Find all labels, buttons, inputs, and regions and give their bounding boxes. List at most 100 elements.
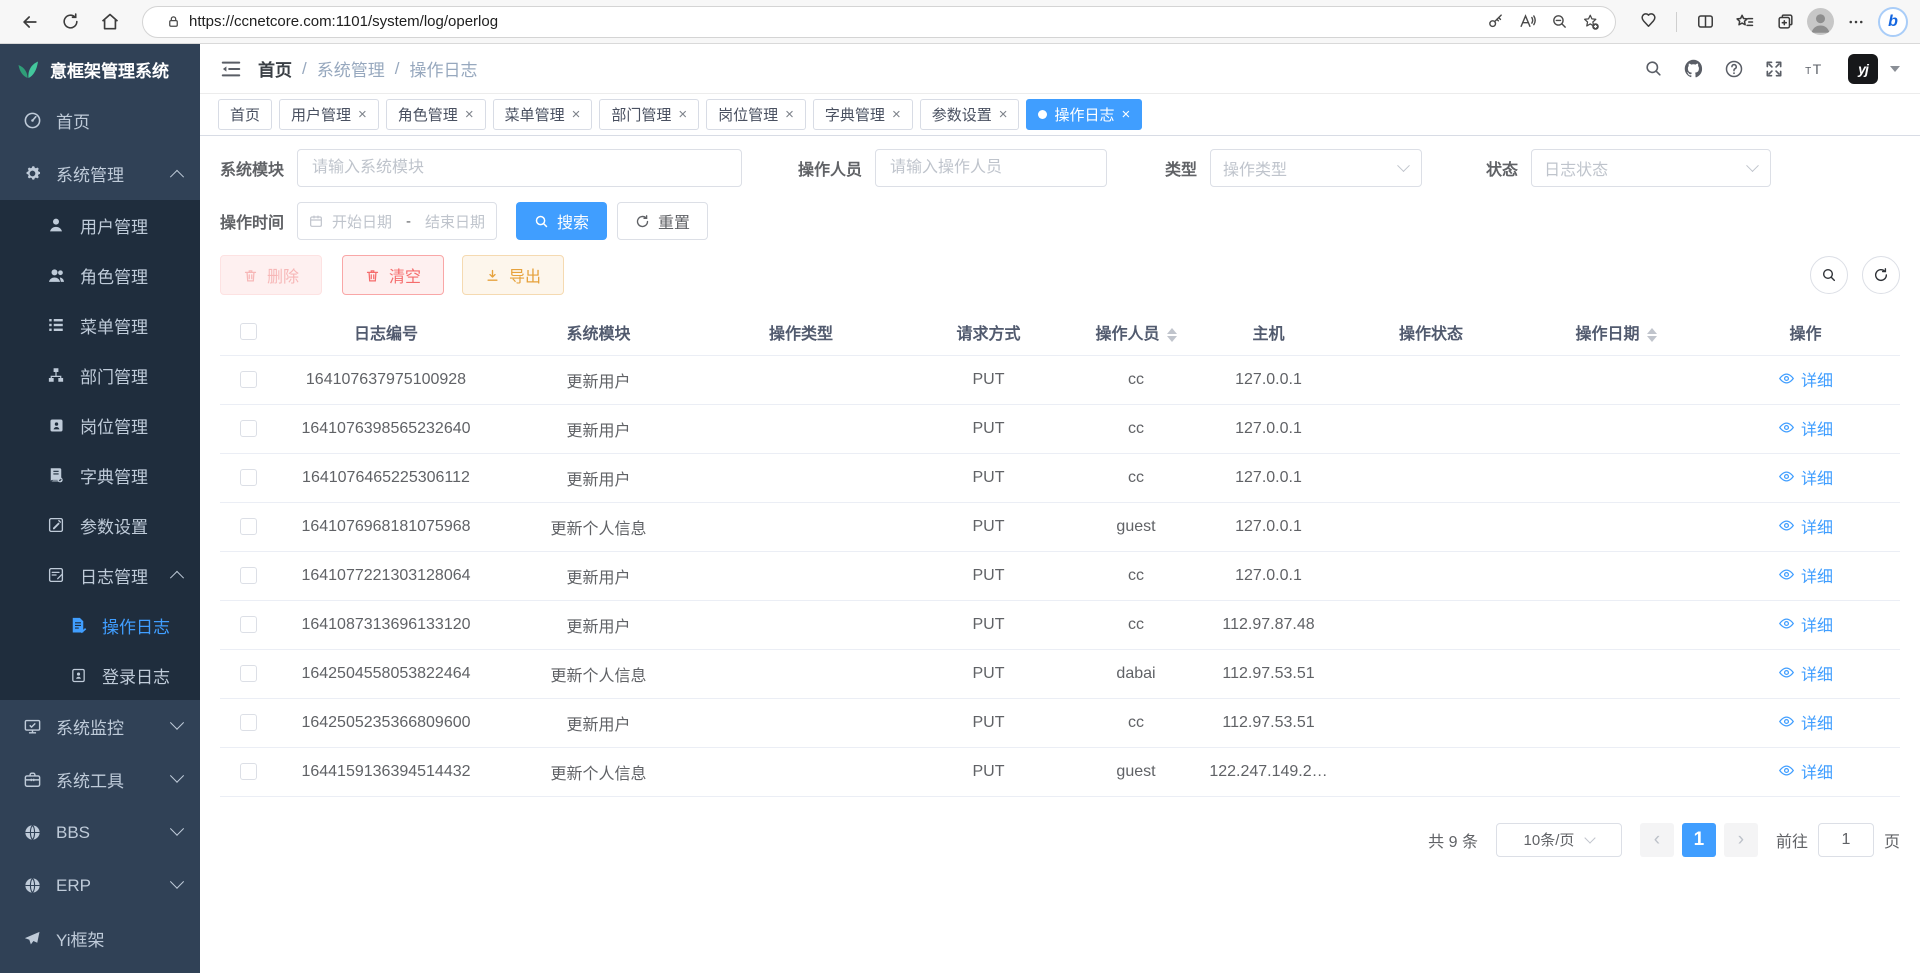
- search-button[interactable]: 搜索: [516, 202, 607, 240]
- zoom-out-icon[interactable]: [1543, 8, 1575, 36]
- detail-link[interactable]: 详细: [1778, 367, 1833, 391]
- url-text[interactable]: https://ccnetcore.com:1101/system/log/op…: [189, 13, 1479, 30]
- row-checkbox[interactable]: [240, 518, 257, 535]
- close-icon[interactable]: ×: [465, 106, 474, 123]
- sidebar-item-post-mgmt[interactable]: 岗位管理: [0, 400, 200, 450]
- github-icon[interactable]: [1683, 58, 1704, 79]
- table-search-toggle-icon[interactable]: [1810, 256, 1848, 294]
- sidebar-item-erp[interactable]: ERP: [0, 859, 200, 912]
- close-icon[interactable]: ×: [999, 106, 1008, 123]
- row-checkbox[interactable]: [240, 665, 257, 682]
- detail-link[interactable]: 详细: [1778, 563, 1833, 587]
- sidebar-item-login-log[interactable]: 登录日志: [0, 650, 200, 700]
- sidebar-item-user-mgmt[interactable]: 用户管理: [0, 200, 200, 250]
- sidebar-item-menu-mgmt[interactable]: 菜单管理: [0, 300, 200, 350]
- col-date[interactable]: 操作日期: [1521, 309, 1711, 355]
- detail-link[interactable]: 详细: [1778, 416, 1833, 440]
- row-checkbox[interactable]: [240, 714, 257, 731]
- table-refresh-icon[interactable]: [1862, 256, 1900, 294]
- sidebar-item-oper-log[interactable]: 操作日志: [0, 600, 200, 650]
- row-checkbox[interactable]: [240, 567, 257, 584]
- help-icon[interactable]: [1724, 59, 1744, 79]
- status-select[interactable]: 日志状态: [1531, 149, 1771, 187]
- home-icon[interactable]: [92, 5, 128, 39]
- profile-avatar[interactable]: [1807, 8, 1834, 35]
- sidebar-item-home[interactable]: 首页: [0, 94, 200, 147]
- sidebar-item-role-mgmt[interactable]: 角色管理: [0, 250, 200, 300]
- goto-page-input[interactable]: [1818, 823, 1874, 857]
- sidebar-item-system-tools[interactable]: 系统工具: [0, 753, 200, 806]
- copilot-icon[interactable]: b: [1878, 7, 1908, 37]
- detail-link[interactable]: 详细: [1778, 661, 1833, 685]
- close-icon[interactable]: ×: [892, 106, 901, 123]
- sidebar-item-dict-mgmt[interactable]: 字典管理: [0, 450, 200, 500]
- select-all-checkbox[interactable]: [240, 323, 257, 340]
- add-favorite-icon[interactable]: [1575, 8, 1607, 36]
- type-select[interactable]: 操作类型: [1210, 149, 1422, 187]
- sidebar-item-log-mgmt[interactable]: 日志管理: [0, 550, 200, 600]
- clear-button[interactable]: 清空: [342, 255, 444, 295]
- row-checkbox[interactable]: [240, 371, 257, 388]
- page-size-select[interactable]: 10条/页: [1496, 823, 1622, 857]
- back-icon[interactable]: [12, 5, 48, 39]
- close-icon[interactable]: ×: [358, 106, 367, 123]
- sort-icon[interactable]: [1167, 328, 1177, 342]
- delete-button[interactable]: 删除: [220, 255, 322, 295]
- address-bar[interactable]: https://ccnetcore.com:1101/system/log/op…: [142, 6, 1616, 38]
- avatar-caret-icon[interactable]: [1890, 66, 1900, 72]
- breadcrumb-home[interactable]: 首页: [258, 56, 292, 81]
- col-operator[interactable]: 操作人员: [1076, 309, 1196, 355]
- sidebar-item-system-mgmt[interactable]: 系统管理: [0, 147, 200, 200]
- header-search-icon[interactable]: [1644, 59, 1663, 78]
- module-input[interactable]: [297, 149, 742, 187]
- detail-link[interactable]: 详细: [1778, 514, 1833, 538]
- detail-link[interactable]: 详细: [1778, 465, 1833, 489]
- password-key-icon[interactable]: [1479, 8, 1511, 36]
- close-icon[interactable]: ×: [785, 106, 794, 123]
- tab-oper-log-active[interactable]: 操作日志×: [1026, 99, 1142, 130]
- detail-link[interactable]: 详细: [1778, 710, 1833, 734]
- font-size-icon[interactable]: TT: [1804, 59, 1828, 79]
- detail-link[interactable]: 详细: [1778, 612, 1833, 636]
- sidebar-item-system-monitor[interactable]: 系统监控: [0, 700, 200, 753]
- split-screen-icon[interactable]: [1687, 5, 1723, 39]
- operator-input[interactable]: [875, 149, 1107, 187]
- breadcrumb-system-mgmt[interactable]: 系统管理: [317, 56, 385, 81]
- current-page-button[interactable]: 1: [1682, 823, 1716, 857]
- tab-menu-mgmt[interactable]: 菜单管理×: [493, 99, 593, 130]
- favorites-icon[interactable]: [1727, 5, 1763, 39]
- collections-icon[interactable]: [1767, 5, 1803, 39]
- next-page-button[interactable]: ›: [1724, 823, 1758, 857]
- sidebar-item-dept-mgmt[interactable]: 部门管理: [0, 350, 200, 400]
- date-range-picker[interactable]: 开始日期 - 结束日期: [297, 202, 497, 240]
- row-checkbox[interactable]: [240, 420, 257, 437]
- tab-home[interactable]: 首页: [218, 99, 272, 130]
- end-date-placeholder[interactable]: 结束日期: [425, 211, 485, 232]
- export-button[interactable]: 导出: [462, 255, 564, 295]
- tab-post-mgmt[interactable]: 岗位管理×: [706, 99, 806, 130]
- read-aloud-icon[interactable]: [1511, 8, 1543, 36]
- sidebar-fold-icon[interactable]: [220, 58, 242, 80]
- sidebar-item-param-settings[interactable]: 参数设置: [0, 500, 200, 550]
- tab-role-mgmt[interactable]: 角色管理×: [386, 99, 486, 130]
- detail-link[interactable]: 详细: [1778, 759, 1833, 783]
- tab-dept-mgmt[interactable]: 部门管理×: [599, 99, 699, 130]
- reset-button[interactable]: 重置: [617, 202, 708, 240]
- sidebar-item-yi-framework[interactable]: Yi框架: [0, 912, 200, 965]
- start-date-placeholder[interactable]: 开始日期: [332, 211, 392, 232]
- refresh-icon[interactable]: [52, 5, 88, 39]
- browser-essentials-icon[interactable]: [1630, 5, 1666, 39]
- sidebar-item-bbs[interactable]: BBS: [0, 806, 200, 859]
- close-icon[interactable]: ×: [1122, 106, 1131, 123]
- more-options-icon[interactable]: [1838, 5, 1874, 39]
- close-icon[interactable]: ×: [678, 106, 687, 123]
- app-logo[interactable]: 意框架管理系统: [0, 44, 200, 94]
- fullscreen-icon[interactable]: [1764, 59, 1784, 79]
- row-checkbox[interactable]: [240, 616, 257, 633]
- row-checkbox[interactable]: [240, 763, 257, 780]
- tab-param-settings[interactable]: 参数设置×: [920, 99, 1020, 130]
- prev-page-button[interactable]: ‹: [1640, 823, 1674, 857]
- row-checkbox[interactable]: [240, 469, 257, 486]
- tab-dict-mgmt[interactable]: 字典管理×: [813, 99, 913, 130]
- tab-user-mgmt[interactable]: 用户管理×: [279, 99, 379, 130]
